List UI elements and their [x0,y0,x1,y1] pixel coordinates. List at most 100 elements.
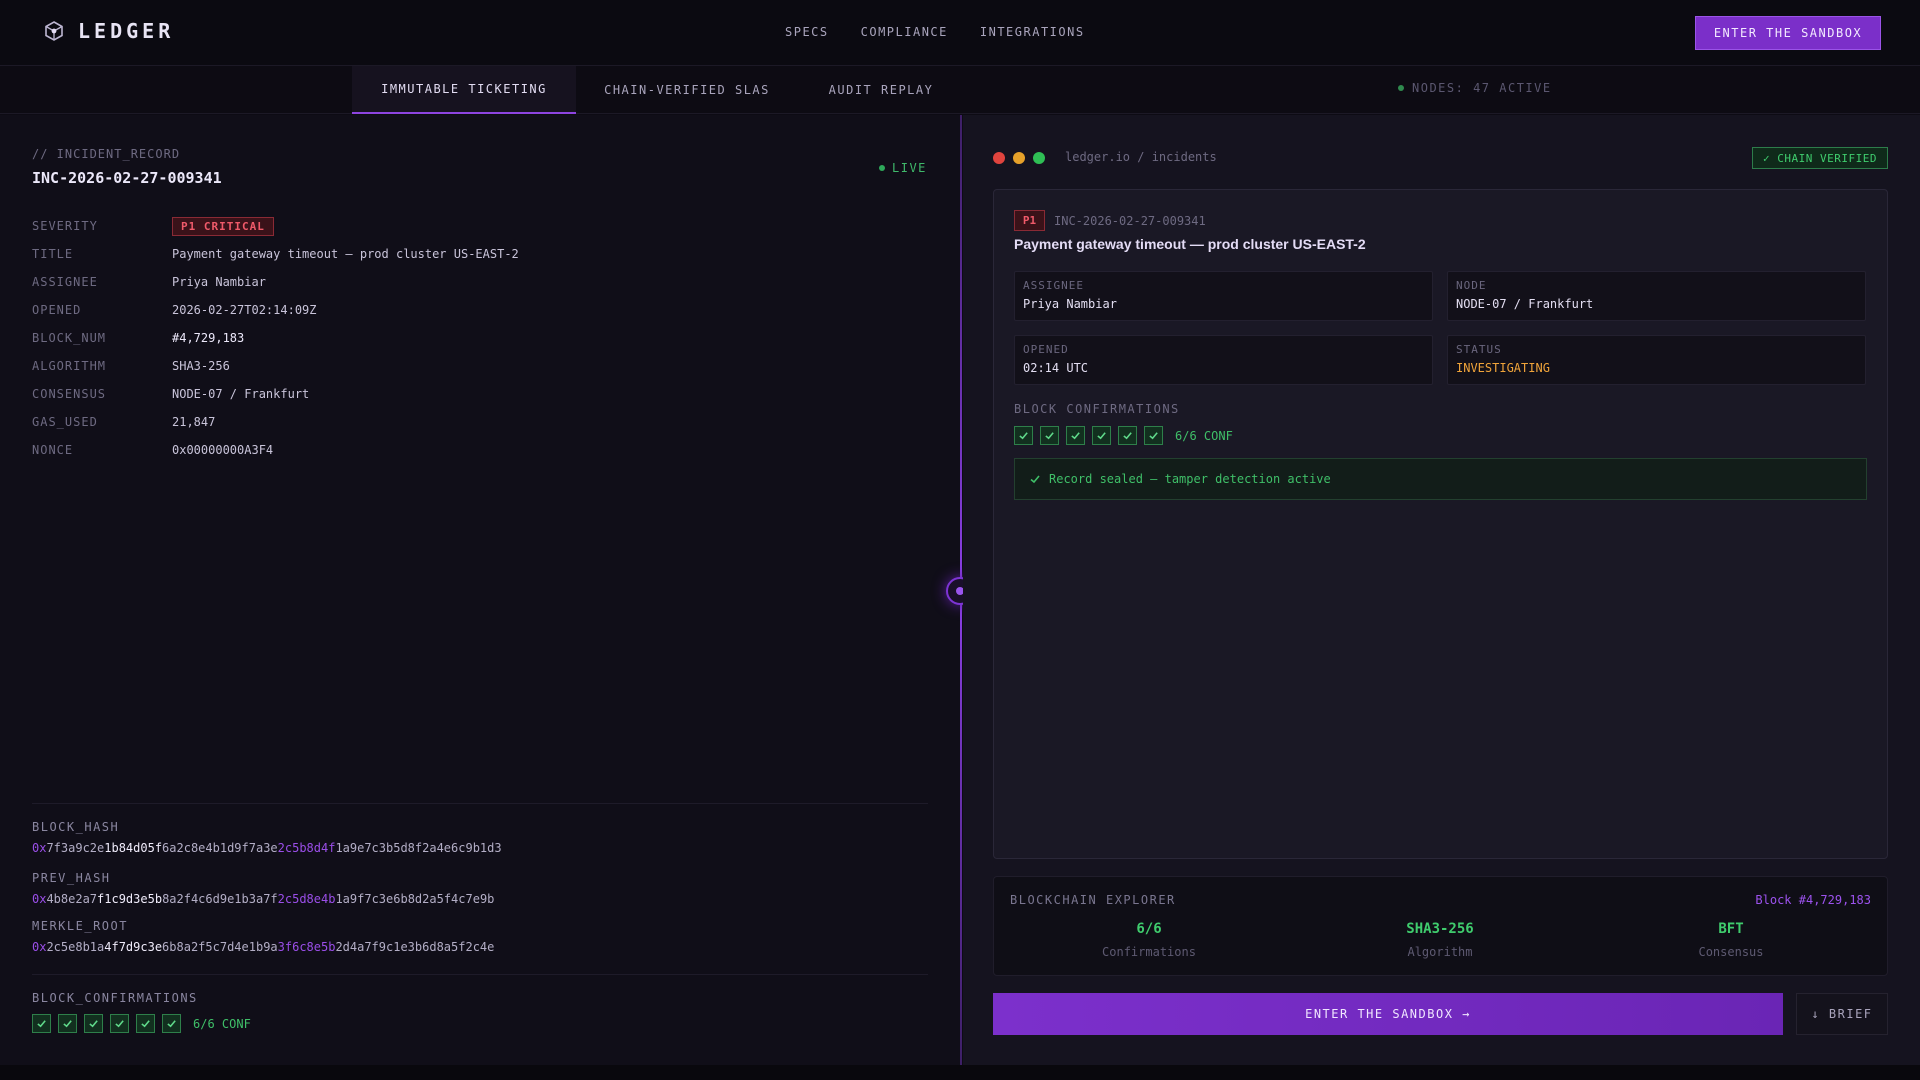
nav-specs[interactable]: SPECS [785,25,829,39]
minimize-dot-icon[interactable] [1013,152,1025,164]
cell-key: OPENED [1023,343,1069,356]
top-header: LEDGER SPECS COMPLIANCE INTEGRATIONS ENT… [0,0,1920,66]
field-key: ASSIGNEE [32,275,98,289]
confirmation-check-icon [1040,426,1059,445]
cog-cube-icon [45,21,63,41]
card-confirmations-row: 6/6 CONF [1014,426,1233,445]
feature-tabs: IMMUTABLE TICKETING CHAIN-VERIFIED SLAS … [0,66,1920,114]
nav-compliance[interactable]: COMPLIANCE [861,25,948,39]
confirmation-check-icon [110,1014,129,1033]
field-opened: OPENED 2026-02-27T02:14:09Z [32,296,519,324]
field-value: 21,847 [172,415,216,429]
field-block-num: BLOCK_NUM #4,729,183 [32,324,519,352]
live-label: LIVE [892,161,927,175]
card-incident-id: INC-2026-02-27-009341 [1054,214,1206,228]
status-value: INVESTIGATING [1456,361,1550,375]
field-value: SHA3-256 [172,359,230,373]
stat-label: Confirmations [1102,945,1196,959]
field-key: ALGORITHM [32,359,107,373]
confirmation-check-icon [84,1014,103,1033]
record-label: // INCIDENT_RECORD [32,147,181,161]
merkle-root: MERKLE_ROOT 0x2c5e8b1a4f7d9c3e6b8a2f5c7d… [32,919,494,954]
field-key: NONCE [32,443,74,457]
tab-audit-replay[interactable]: AUDIT REPLAY [800,66,962,114]
stat-consensus: BFT Consensus [1631,921,1831,959]
nodes-status-text: NODES: 47 ACTIVE [1412,81,1552,95]
cell-value: 02:14 UTC [1023,361,1089,375]
field-nonce: NONCE 0x00000000A3F4 [32,436,519,464]
field-value: Payment gateway timeout — prod cluster U… [172,247,519,261]
tab-immutable-ticketing[interactable]: IMMUTABLE TICKETING [352,66,576,114]
confirmation-check-icon [1066,426,1085,445]
confirmations-row: 6/6 CONF [32,1014,251,1033]
enter-sandbox-button[interactable]: ENTER THE SANDBOX [1695,16,1881,50]
chain-verified-badge: ✓ CHAIN VERIFIED [1752,147,1888,169]
cell-value: NODE-07 / Frankfurt [1456,297,1594,311]
divider [32,803,928,804]
card-confirmations-count: 6/6 CONF [1175,428,1233,443]
logo[interactable]: LEDGER [42,19,174,43]
window-url: ledger.io / incidents [1065,150,1217,164]
confirmations-label: BLOCK_CONFIRMATIONS [32,991,198,1005]
cell-opened: OPENED 02:14 UTC [1014,335,1433,385]
stat-value: BFT [1718,921,1744,937]
explorer-block-link[interactable]: Block #4,729,183 [1755,893,1871,907]
window-controls [993,152,1045,164]
block-hash: BLOCK_HASH 0x7f3a9c2e1b84d05f6a2c8e4b1d9… [32,820,502,855]
hash-label: BLOCK_HASH [32,820,120,834]
hash-value[interactable]: 0x4b8e2a7f1c9d3e5b8a2f4c6d9e1b3a7f2c5d8e… [32,892,494,906]
confirmation-check-icon [162,1014,181,1033]
confirmation-check-icon [136,1014,155,1033]
live-dot-icon [879,165,885,171]
cell-key: STATUS [1456,343,1502,356]
priority-badge: P1 [1014,210,1045,231]
live-indicator: LIVE [879,161,927,175]
confirmation-check-icon [58,1014,77,1033]
confirmation-check-icon [1092,426,1111,445]
main-nav: SPECS COMPLIANCE INTEGRATIONS [785,25,1085,39]
field-key: BLOCK_NUM [32,331,107,345]
nav-integrations[interactable]: INTEGRATIONS [980,25,1085,39]
sealed-text: Record sealed — tamper detection active [1049,472,1331,486]
footer-bar [0,1065,1920,1080]
hash-value[interactable]: 0x7f3a9c2e1b84d05f6a2c8e4b1d9f7a3e2c5b8d… [32,841,502,855]
cell-key: ASSIGNEE [1023,279,1084,292]
stat-label: Algorithm [1407,945,1473,959]
download-brief-button[interactable]: ↓ BRIEF [1796,993,1888,1035]
field-consensus: CONSENSUS NODE-07 / Frankfurt [32,380,519,408]
field-value: NODE-07 / Frankfurt [172,387,310,401]
card-confirmations-label: BLOCK CONFIRMATIONS [1014,402,1180,416]
hash-label: MERKLE_ROOT [32,919,128,933]
hash-label: PREV_HASH [32,871,111,885]
field-key: OPENED [32,303,82,317]
confirmation-check-icon [1014,426,1033,445]
field-key: CONSENSUS [32,387,107,401]
field-key: TITLE [32,247,74,261]
hash-value[interactable]: 0x2c5e8b1a4f7d9c3e6b8a2f5c7d4e1b9a3f6c8e… [32,940,494,954]
stat-label: Consensus [1698,945,1764,959]
confirmation-check-icon [1118,426,1137,445]
logo-text: LEDGER [78,19,175,43]
field-assignee: ASSIGNEE Priya Nambiar [32,268,519,296]
block-confirmations-section: BLOCK_CONFIRMATIONS [32,991,198,1005]
field-algorithm: ALGORITHM SHA3-256 [32,352,519,380]
field-key: SEVERITY [32,219,98,233]
maximize-dot-icon[interactable] [1033,152,1045,164]
cell-value: Priya Nambiar [1023,297,1117,311]
stat-confirmations: 6/6 Confirmations [1049,921,1249,959]
status-dot-icon [1398,85,1404,91]
enter-sandbox-cta[interactable]: ENTER THE SANDBOX → [993,993,1783,1035]
field-gas-used: GAS_USED 21,847 [32,408,519,436]
field-value: 0x00000000A3F4 [172,443,274,457]
divider [32,974,928,975]
field-value: Priya Nambiar [172,275,266,289]
check-icon [1030,475,1040,484]
stat-algorithm: SHA3-256 Algorithm [1340,921,1540,959]
cell-status: STATUS INVESTIGATING [1447,335,1866,385]
field-title: TITLE Payment gateway timeout — prod clu… [32,240,519,268]
confirmation-check-icon [1144,426,1163,445]
tab-chain-verified-slas[interactable]: CHAIN-VERIFIED SLAS [583,66,791,114]
stat-value: SHA3-256 [1406,921,1474,937]
record-fields: SEVERITY P1 CRITICAL TITLE Payment gatew… [32,212,519,464]
close-dot-icon[interactable] [993,152,1005,164]
